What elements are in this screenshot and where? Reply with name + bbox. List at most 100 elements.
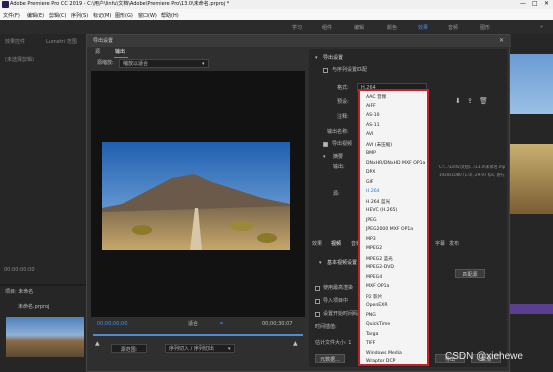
dialog-close-icon[interactable]: ✕ [499, 38, 504, 44]
menu-window[interactable]: 窗口(W) [138, 12, 157, 19]
scaling-label: 源缩放: [97, 60, 114, 66]
menu-clip[interactable]: 剪辑(C) [49, 12, 66, 19]
interp-label: 时间插值: [315, 324, 337, 330]
format-option[interactable]: AAC 音频 [366, 94, 386, 100]
lumetri-scopes-tab[interactable]: Lumetri 范围 [46, 40, 77, 45]
format-option[interactable]: JPEG [366, 218, 377, 223]
workspace-color[interactable]: 颜色 [387, 24, 397, 31]
menu-file[interactable]: 文件(F) [3, 12, 20, 19]
project-tab[interactable]: 项目: 未命名 [5, 290, 33, 295]
save-preset-icon[interactable]: ⬇ [455, 98, 461, 105]
tab-video[interactable]: 视频 [331, 242, 341, 247]
max-depth-label: 使用最高渲染 [323, 285, 354, 291]
format-option[interactable]: QuickTime [366, 322, 390, 327]
import-project-label: 导入项目中 [323, 298, 349, 304]
summary-expand-icon[interactable]: ▾ [323, 155, 326, 160]
format-option[interactable]: Windows Media [366, 351, 402, 356]
summary-label: 摘要 [333, 154, 344, 160]
tab-publish[interactable]: 发布 [449, 242, 459, 247]
watermark: CSDN @xiehewe [445, 351, 523, 362]
workspace-effects[interactable]: 效果 [418, 24, 428, 31]
program-ground [510, 144, 553, 214]
project-thumbnail[interactable] [6, 317, 84, 357]
format-option[interactable]: MP3 [366, 237, 376, 242]
format-option[interactable]: Targa [366, 332, 378, 337]
format-option[interactable]: AS-10 [366, 113, 380, 118]
format-option[interactable]: DNxHR/DNxHD MXF OP1a [366, 161, 425, 166]
in-point-icon[interactable]: ▲ [95, 341, 100, 347]
workspace-graphics[interactable]: 图形 [480, 24, 490, 31]
basic-video-expand-icon[interactable]: ▾ [319, 261, 322, 266]
workspace-learn[interactable]: 学习 [292, 24, 302, 31]
metadata-button[interactable]: 元数据... [315, 354, 345, 363]
format-option[interactable]: BMP [366, 151, 376, 156]
match-source-button[interactable]: 匹配源 [455, 269, 485, 278]
workspace-audio[interactable]: 音频 [448, 24, 458, 31]
export-video-checkbox[interactable] [323, 142, 328, 147]
format-option-selected[interactable]: H.264 [366, 189, 380, 194]
output-detail: 1920x1080 (1.0), 29.97 fps, 逐行, 00:00:30… [439, 173, 505, 177]
scaling-value: 缩放以适合 [123, 61, 149, 67]
minimize-icon[interactable]: — [520, 1, 526, 7]
menu-marker[interactable]: 标记(M) [93, 12, 111, 19]
set-start-tc-checkbox[interactable] [315, 312, 320, 317]
format-option[interactable]: P2 影片 [366, 294, 382, 300]
format-option[interactable]: AVI (未压缩) [366, 142, 392, 148]
menu-help[interactable]: 帮助(H) [161, 12, 179, 19]
format-option[interactable]: MPEG2 [366, 246, 382, 251]
source-range-select[interactable]: 序列切入 / 序列切出 ▾ [165, 344, 235, 353]
format-option[interactable]: MXF OP1a [366, 284, 389, 289]
out-point-icon[interactable]: ▲ [293, 341, 298, 347]
match-sequence-label: 与序列设置匹配 [332, 67, 368, 73]
max-depth-checkbox[interactable] [315, 286, 320, 291]
format-option[interactable]: MPEG2 蓝光 [366, 256, 393, 262]
source-range-chevron-icon: ▾ [228, 346, 231, 352]
import-preset-icon[interactable]: ⇪ [467, 98, 473, 105]
timeline-clip[interactable] [510, 304, 553, 314]
tab-effects[interactable]: 效果 [312, 242, 322, 247]
chevron-down-icon: ▾ [202, 61, 205, 67]
match-sequence-checkbox[interactable] [323, 68, 328, 73]
tab-captions[interactable]: 字幕 [435, 242, 445, 247]
delete-preset-icon[interactable]: 🗑 [479, 98, 488, 105]
timeline-range[interactable] [93, 334, 303, 336]
format-option[interactable]: PNG [366, 313, 376, 318]
tab-output[interactable]: 输出 [115, 50, 125, 55]
format-dropdown-list[interactable]: AAC 音频 AIFF AS-10 AS-11 AVI AVI (未压缩) BM… [358, 89, 429, 366]
export-settings-dialog: 导出设置 ✕ 源 输出 源缩放: 缩放以适合 ▾ 00;00;00;00 适合 … [86, 34, 511, 372]
format-option[interactable]: MPEG2-DVD [366, 265, 394, 270]
preset-label: 预设: [337, 99, 349, 105]
tab-source[interactable]: 源 [95, 50, 100, 55]
effect-controls-tab[interactable]: 效果控件 [5, 40, 25, 45]
workspace-assembly[interactable]: 组件 [322, 24, 332, 31]
program-sky [510, 54, 553, 114]
format-option[interactable]: H.264 蓝光 [366, 199, 390, 205]
menu-sequence[interactable]: 序列(S) [71, 12, 88, 19]
format-option[interactable]: AIFF [366, 104, 376, 109]
format-option[interactable]: JPEG2000 MXF OP1a [366, 227, 413, 232]
fit-select[interactable]: 适合 [188, 322, 198, 327]
maximize-icon[interactable]: □ [532, 1, 538, 7]
dialog-header: 导出设置 ✕ [87, 35, 511, 47]
menu-edit[interactable]: 编辑(E) [27, 12, 44, 19]
format-option[interactable]: Wraptor DCP [366, 359, 395, 364]
format-option[interactable]: AS-11 [366, 123, 380, 128]
more-workspaces-icon[interactable]: » [540, 24, 543, 30]
format-option[interactable]: GIF [366, 180, 374, 185]
format-option[interactable]: OpenEXR [366, 303, 388, 308]
close-icon[interactable]: ✕ [544, 1, 549, 7]
expand-icon[interactable]: ▾ [315, 56, 318, 61]
workspace-editing[interactable]: 编辑 [354, 24, 364, 31]
format-option[interactable]: HEVC (H.265) [366, 208, 397, 213]
left-timecode: 00:00:00:00 [4, 267, 35, 273]
format-option[interactable]: AVI [366, 132, 373, 137]
window-title: Adobe Premiere Pro CC 2019 - C:\用户\linfu… [10, 1, 230, 7]
format-option[interactable]: TIFF [366, 341, 375, 346]
dialog-title: 导出设置 [93, 38, 114, 44]
format-option[interactable]: DPX [366, 170, 375, 175]
menu-graphics[interactable]: 图形(G) [115, 12, 133, 19]
import-project-checkbox[interactable] [315, 299, 320, 304]
scaling-select[interactable]: 缩放以适合 ▾ [119, 59, 209, 68]
format-option[interactable]: MPEG4 [366, 275, 382, 280]
crop-icon[interactable]: ⌗ [220, 322, 223, 327]
